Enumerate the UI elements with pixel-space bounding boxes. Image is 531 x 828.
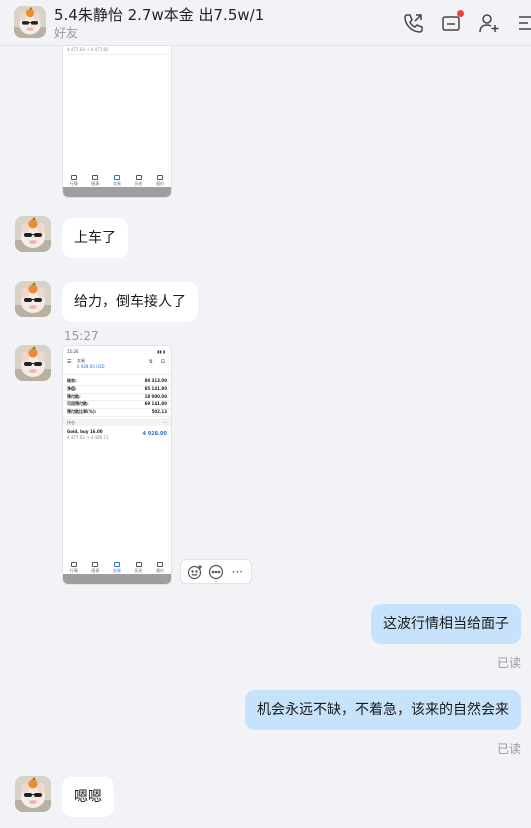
message-bubble[interactable]: 嗯嗯 — [62, 777, 114, 817]
sender-avatar[interactable] — [15, 281, 51, 317]
more-actions-button[interactable]: ··· — [228, 563, 246, 581]
add-reaction-button[interactable] — [186, 563, 204, 581]
screenshot-nav-bar — [63, 574, 171, 584]
outgoing-message-bubble[interactable]: 这波行情相当给面子 — [371, 604, 521, 644]
read-receipt: 已读 — [496, 742, 521, 756]
contact-avatar[interactable] — [14, 6, 46, 38]
read-receipt: 已读 — [496, 656, 521, 670]
position-profit: 4 928.00 — [142, 431, 167, 437]
account-summary: 结余: 88 313.00 净值: 85 141.80 预付款: 18 000.00 … — [63, 378, 171, 417]
account-row: 结余: 88 313.00 — [63, 378, 171, 386]
balance-value: 4 928.00 USD — [77, 364, 105, 369]
message-timestamp: 15:27 — [64, 329, 99, 343]
notification-dot — [457, 10, 464, 17]
position-price-change: 4 477.03 → 4 480.71 — [67, 435, 109, 440]
outgoing-message-bubble[interactable]: 机会永远不缺，不着急，该来的自然会来 — [245, 690, 521, 730]
more-menu-icon[interactable] — [516, 12, 531, 34]
sender-avatar[interactable] — [15, 345, 51, 381]
trade-screenshot-image[interactable]: 4 477.03 → 4 477.82 行情 图表 交易 历史 报价 — [62, 30, 172, 198]
chat-header: 5.4朱静怡 2.7w本金 出7.5w/1 好友 — [0, 0, 531, 46]
positions-header: 持仓 ··· — [63, 418, 171, 426]
sender-avatar[interactable] — [15, 216, 51, 252]
position-symbol: Gold, buy 16.00 — [67, 429, 103, 434]
reply-button[interactable] — [207, 563, 225, 581]
contact-subtitle: 好友 — [54, 26, 79, 40]
new-order-icon: ⊡ — [160, 359, 165, 365]
trade-screenshot-image[interactable]: 15:26 ▮▮ ▮ ☰ 交易 4 928.00 USD ⇅ ⊡ 结余: 88 3… — [62, 345, 172, 585]
message-action-toolbar: ··· — [180, 559, 252, 584]
voice-call-icon[interactable] — [402, 12, 424, 34]
screenshot-nav-bar — [63, 187, 171, 197]
status-icons: ▮▮ ▮ — [157, 349, 165, 354]
app-bottom-nav: 行情 图表 交易 历史 报价 — [63, 556, 171, 574]
account-row: 净值: 85 141.80 — [63, 386, 171, 394]
message-bubble[interactable]: 上车了 — [62, 218, 128, 258]
comment-icon — [208, 564, 224, 579]
chat-title[interactable]: 5.4朱静怡 2.7w本金 出7.5w/1 — [54, 4, 264, 25]
account-row: 预付款比率(%): 502.13 — [63, 409, 171, 417]
sort-icon: ⇅ — [148, 359, 153, 365]
message-bubble[interactable]: 给力，倒车接人了 — [62, 282, 198, 322]
app-bottom-nav: 行情 图表 交易 历史 报价 — [63, 169, 171, 187]
menu-icon: ☰ — [67, 359, 72, 365]
status-time: 15:26 — [67, 349, 79, 354]
emoji-plus-icon — [187, 564, 202, 579]
sender-avatar[interactable] — [15, 776, 51, 812]
price-change-text: 4 477.03 → 4 477.82 — [67, 47, 109, 52]
add-member-icon[interactable] — [478, 12, 500, 34]
folder-icon[interactable] — [440, 10, 464, 34]
